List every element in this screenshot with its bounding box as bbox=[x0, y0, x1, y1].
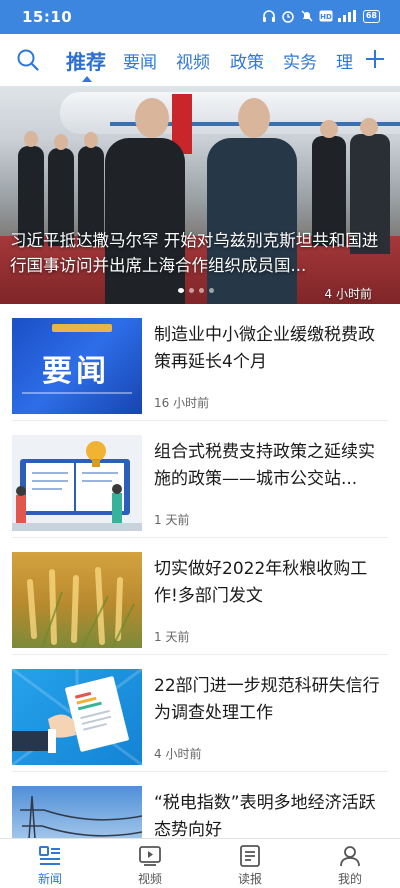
alarm-icon bbox=[282, 11, 294, 23]
illustration-book-icon bbox=[12, 435, 142, 531]
news-title: “税电指数”表明多地经济活跃态势向好 bbox=[154, 793, 376, 840]
tab-theory[interactable]: 理 bbox=[336, 48, 353, 73]
news-thumbnail bbox=[12, 435, 142, 531]
tab-practice[interactable]: 实务 bbox=[283, 48, 317, 73]
video-icon bbox=[139, 846, 161, 866]
news-item[interactable]: 组合式税费支持政策之延续实施的政策——城市公交站... 1 天前 bbox=[0, 421, 400, 538]
news-time: 1 天前 bbox=[154, 513, 190, 527]
news-thumbnail bbox=[12, 552, 142, 648]
tabbar-video[interactable]: 视频 bbox=[100, 839, 200, 888]
status-bar: 15:10 HD 68 bbox=[0, 0, 400, 34]
hero-timestamp: 4 小时前 bbox=[324, 287, 372, 301]
hero-carousel[interactable]: 习近平抵达撒马尔罕 开始对乌兹别克斯坦共和国进行国事访问并出席上海合作组织成员国… bbox=[0, 86, 400, 304]
hero-person-head bbox=[320, 120, 338, 138]
news-item[interactable]: 要闻 制造业中小微企业缓缴税费政策再延长4个月 16 小时前 bbox=[0, 304, 400, 421]
hero-person-head bbox=[135, 98, 169, 138]
tab-headlines[interactable]: 要闻 bbox=[123, 48, 157, 73]
hd-icon: HD bbox=[319, 10, 333, 22]
hero-person-head bbox=[84, 132, 98, 148]
carousel-dot[interactable] bbox=[178, 288, 184, 293]
hero-person-main bbox=[207, 138, 297, 304]
carousel-dot[interactable] bbox=[199, 288, 204, 293]
news-item[interactable]: 22部门进一步规范科研失信行为调查处理工作 4 小时前 bbox=[0, 655, 400, 772]
status-icons: HD 68 bbox=[262, 9, 380, 23]
tabbar-label: 新闻 bbox=[37, 872, 62, 886]
search-icon[interactable] bbox=[16, 48, 40, 72]
news-thumbnail: 要闻 bbox=[12, 318, 142, 414]
mute-icon bbox=[301, 10, 313, 22]
news-time: 4 小时前 bbox=[154, 747, 202, 761]
tabbar-label: 读报 bbox=[237, 872, 262, 886]
headset-icon bbox=[262, 10, 275, 22]
hero-person-head bbox=[54, 134, 68, 150]
news-title: 组合式税费支持政策之延续实施的政策——城市公交站... bbox=[154, 442, 375, 489]
top-nav: 推荐 要闻 视频 政策 实务 理 bbox=[0, 34, 400, 86]
carousel-dot[interactable] bbox=[189, 288, 194, 293]
hero-person-head bbox=[24, 131, 38, 147]
signal-icon bbox=[337, 10, 356, 22]
document-hand-icon bbox=[12, 669, 142, 765]
newspaper-icon bbox=[240, 845, 260, 867]
carousel-dot[interactable] bbox=[209, 288, 214, 293]
tab-recommend[interactable]: 推荐 bbox=[66, 46, 106, 75]
news-time: 1 天前 bbox=[154, 630, 190, 644]
news-title: 22部门进一步规范科研失信行为调查处理工作 bbox=[154, 676, 380, 723]
news-title: 切实做好2022年秋粮收购工作!多部门发文 bbox=[154, 559, 368, 606]
status-time: 15:10 bbox=[22, 8, 73, 26]
tabbar-newspaper[interactable]: 读报 bbox=[200, 839, 300, 888]
tab-video[interactable]: 视频 bbox=[176, 48, 210, 73]
tab-policy[interactable]: 政策 bbox=[230, 48, 264, 73]
thumb-headline-text: 要闻 bbox=[42, 354, 110, 389]
thumb-decor-line bbox=[22, 392, 132, 394]
thumb-logo bbox=[52, 324, 112, 332]
news-time: 16 小时前 bbox=[154, 396, 210, 410]
add-channel-icon[interactable] bbox=[364, 48, 386, 70]
svg-text:HD: HD bbox=[320, 13, 332, 21]
news-item[interactable]: 切实做好2022年秋粮收购工作!多部门发文 1 天前 bbox=[0, 538, 400, 655]
active-tab-indicator bbox=[82, 76, 92, 82]
category-tabs: 推荐 要闻 视频 政策 实务 理 bbox=[62, 34, 364, 86]
hero-image-airplane bbox=[60, 92, 400, 134]
hero-caption: 习近平抵达撒马尔罕 开始对乌兹别克斯坦共和国进行国事访问并出席上海合作组织成员国… bbox=[10, 231, 379, 275]
tabbar-label: 我的 bbox=[337, 872, 362, 886]
tabbar-news[interactable]: 新闻 bbox=[0, 839, 100, 888]
news-title: 制造业中小微企业缓缴税费政策再延长4个月 bbox=[154, 325, 375, 372]
bottom-tab-bar: 新闻 视频 读报 我的 bbox=[0, 838, 400, 888]
hero-person-head bbox=[360, 118, 378, 136]
profile-icon bbox=[340, 846, 360, 867]
tabbar-profile[interactable]: 我的 bbox=[300, 839, 400, 888]
news-icon bbox=[39, 846, 60, 865]
carousel-dots bbox=[178, 288, 214, 293]
hero-person-head bbox=[238, 98, 270, 138]
hero-person-main bbox=[105, 138, 185, 304]
battery-icon: 68 bbox=[362, 9, 380, 23]
wheat-field-icon bbox=[27, 567, 135, 648]
news-thumbnail bbox=[12, 669, 142, 765]
tabbar-label: 视频 bbox=[137, 872, 162, 886]
